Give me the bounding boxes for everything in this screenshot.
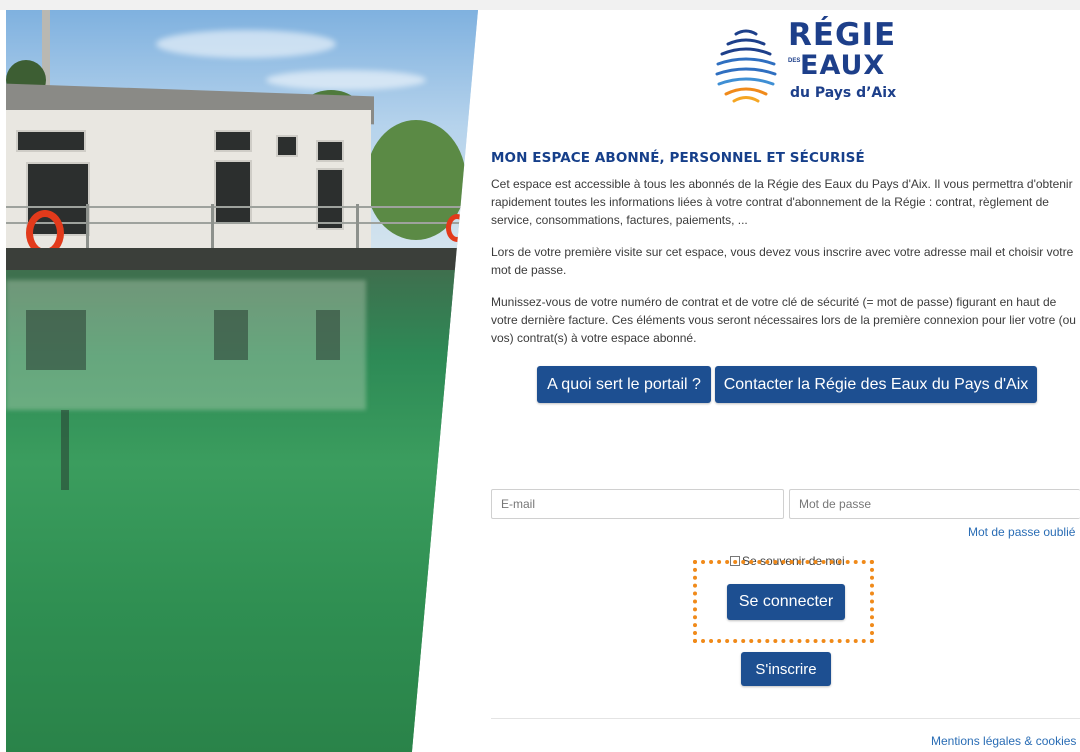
contact-regie-button[interactable]: Contacter la Régie des Eaux du Pays d'Ai… bbox=[715, 366, 1037, 403]
photo-post bbox=[211, 204, 214, 248]
remember-me-label: Se souvenir de moi bbox=[742, 554, 845, 568]
intro-paragraph-2: Lors de votre première visite sur cet es… bbox=[491, 245, 1074, 277]
logo-text-des: DES bbox=[788, 58, 801, 64]
signup-button[interactable]: S'inscrire bbox=[741, 652, 831, 686]
photo-reflection bbox=[316, 310, 340, 360]
top-bar bbox=[0, 0, 1080, 10]
about-portal-button[interactable]: A quoi sert le portail ? bbox=[537, 366, 711, 403]
login-button[interactable]: Se connecter bbox=[727, 584, 845, 620]
checkbox-icon[interactable] bbox=[730, 556, 740, 566]
photo-deck bbox=[6, 248, 478, 270]
logo-text-regie: RÉGIE bbox=[788, 17, 897, 53]
photo-reflection bbox=[26, 310, 86, 370]
photo-rail bbox=[6, 206, 478, 208]
forgot-password-link[interactable]: Mot de passe oublié bbox=[968, 525, 1075, 539]
footer-divider bbox=[491, 718, 1080, 719]
intro-paragraph-1: Cet espace est accessible à tous les abo… bbox=[491, 177, 1073, 227]
remember-me-checkbox[interactable]: Se souvenir de moi bbox=[730, 554, 845, 568]
legal-cookies-link[interactable]: Mentions légales & cookies bbox=[931, 734, 1076, 748]
photo-cloud bbox=[156, 30, 336, 58]
photo-post bbox=[86, 204, 89, 248]
photo-reflection bbox=[214, 310, 248, 360]
page-title: MON ESPACE ABONNÉ, PERSONNEL ET SÉCURISÉ bbox=[491, 150, 865, 166]
photo-post bbox=[356, 204, 359, 248]
logo-text-eaux: EAUX bbox=[800, 50, 886, 81]
photo-window bbox=[214, 130, 252, 152]
photo-window bbox=[16, 130, 86, 152]
password-field[interactable] bbox=[789, 489, 1080, 519]
water-drop-icon bbox=[715, 20, 777, 103]
intro-paragraph-3: Munissez-vous de votre numéro de contrat… bbox=[491, 295, 1076, 345]
photo-window bbox=[214, 160, 252, 224]
photo-window bbox=[276, 135, 298, 157]
photo-reflection bbox=[61, 410, 69, 490]
regie-eaux-logo: RÉGIE DES EAUX du Pays d’Aix bbox=[710, 14, 900, 104]
photo-window bbox=[316, 168, 344, 230]
photo-lifebuoy bbox=[446, 214, 468, 242]
photo-window bbox=[316, 140, 344, 162]
photo-rail bbox=[6, 222, 478, 224]
logo-text-pays-aix: du Pays d’Aix bbox=[790, 85, 897, 101]
photo-cloud bbox=[266, 70, 426, 90]
email-field[interactable] bbox=[491, 489, 784, 519]
water-station-photo bbox=[6, 10, 478, 752]
